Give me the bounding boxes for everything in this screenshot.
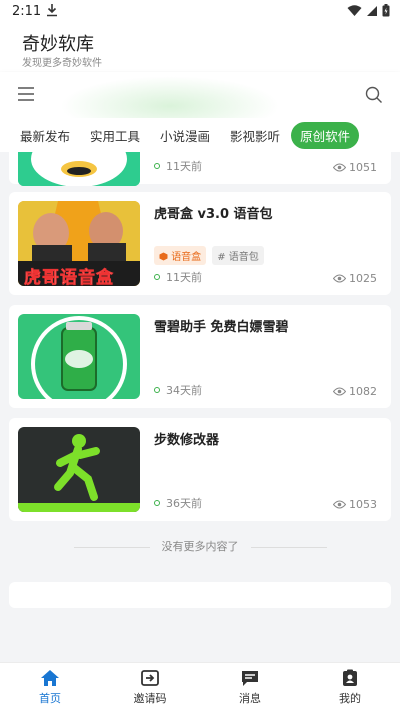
footer-card [9,582,391,608]
signal-icon [367,5,377,16]
item-time: 34天前 [154,382,202,398]
item-tags: 语音盒 # 语音包 [154,246,264,265]
app-thumbnail [18,152,140,186]
profile-icon [343,669,357,686]
nav-invite-label: 邀请码 [133,691,167,705]
item-time: 36天前 [154,495,202,511]
thumb-caption: 虎哥语音盒 [24,268,114,286]
nav-profile-label: 我的 [339,691,361,705]
home-icon [41,669,59,686]
eye-icon [333,500,346,509]
status-time: 2:11 [12,4,42,19]
app-thumbnail: 虎哥语音盒 [18,201,140,286]
nav-messages[interactable]: 消息 [200,663,300,711]
app-thumbnail [18,314,140,399]
item-time: 11天前 [154,158,202,174]
status-dot-icon [154,274,160,280]
tag-badge: 语音盒 [154,246,207,265]
box-icon [159,252,168,261]
nav-messages-label: 消息 [239,691,261,705]
nav-home[interactable]: 首页 [0,663,100,711]
category-tabs: 最新发布 实用工具 小说漫画 影视影听 原创软件 [0,118,400,152]
list-item[interactable]: 虎哥语音盒 虎哥盒 v3.0 语音包 语音盒 # 语音包 11天前 1025 [9,192,391,295]
toolbar [0,72,400,136]
status-dot-icon [154,387,160,393]
nav-home-label: 首页 [39,691,61,705]
status-icons [347,4,390,17]
list-item[interactable]: 步数修改器 36天前 1053 [9,418,391,521]
item-views: 1053 [333,498,377,511]
tab-original[interactable]: 原创软件 [291,121,360,149]
item-views: 1082 [333,385,377,398]
status-dot-icon [154,163,160,169]
item-views: 1025 [333,272,377,285]
nav-profile[interactable]: 我的 [300,663,400,711]
item-title: 步数修改器 [154,433,220,448]
search-icon[interactable] [364,85,384,105]
app-title: 奇妙软库 [22,34,94,55]
tab-novel-comic[interactable]: 小说漫画 [151,122,219,149]
message-icon [242,670,258,686]
invite-icon [141,669,159,686]
status-dot-icon [154,500,160,506]
menu-icon[interactable] [16,85,36,103]
tab-tools[interactable]: 实用工具 [81,122,149,149]
eye-icon [333,387,346,396]
tab-video-audio[interactable]: 影视影听 [221,122,289,149]
list-item[interactable]: 11天前 1051 [9,152,391,186]
battery-icon [382,4,390,17]
list-item[interactable]: 雪碧助手 免费白嫖雪碧 34天前 1082 [9,305,391,408]
app-subtitle: 发现更多奇妙软件 [22,58,102,69]
download-icon [46,3,58,21]
status-bar: 2:11 [0,0,400,24]
eye-icon [333,274,346,283]
wifi-icon [347,4,362,16]
app-list: 11天前 1051 虎哥语音盒 虎哥盒 v3.0 语音包 语音盒 # 语音包 1… [0,152,400,662]
eye-icon [333,163,346,172]
tag-badge: # 语音包 [212,246,264,265]
item-views: 1051 [333,161,377,174]
item-title: 雪碧助手 免费白嫖雪碧 [154,320,289,335]
item-time: 11天前 [154,269,202,285]
item-title: 虎哥盒 v3.0 语音包 [154,207,273,222]
bottom-nav: 首页 邀请码 消息 我的 [0,662,400,711]
list-end-text: 没有更多内容了 [0,538,400,554]
app-thumbnail [18,427,140,512]
nav-invite-code[interactable]: 邀请码 [100,663,200,711]
tab-latest[interactable]: 最新发布 [11,122,79,149]
app-header: 奇妙软库 发现更多奇妙软件 [0,24,400,72]
